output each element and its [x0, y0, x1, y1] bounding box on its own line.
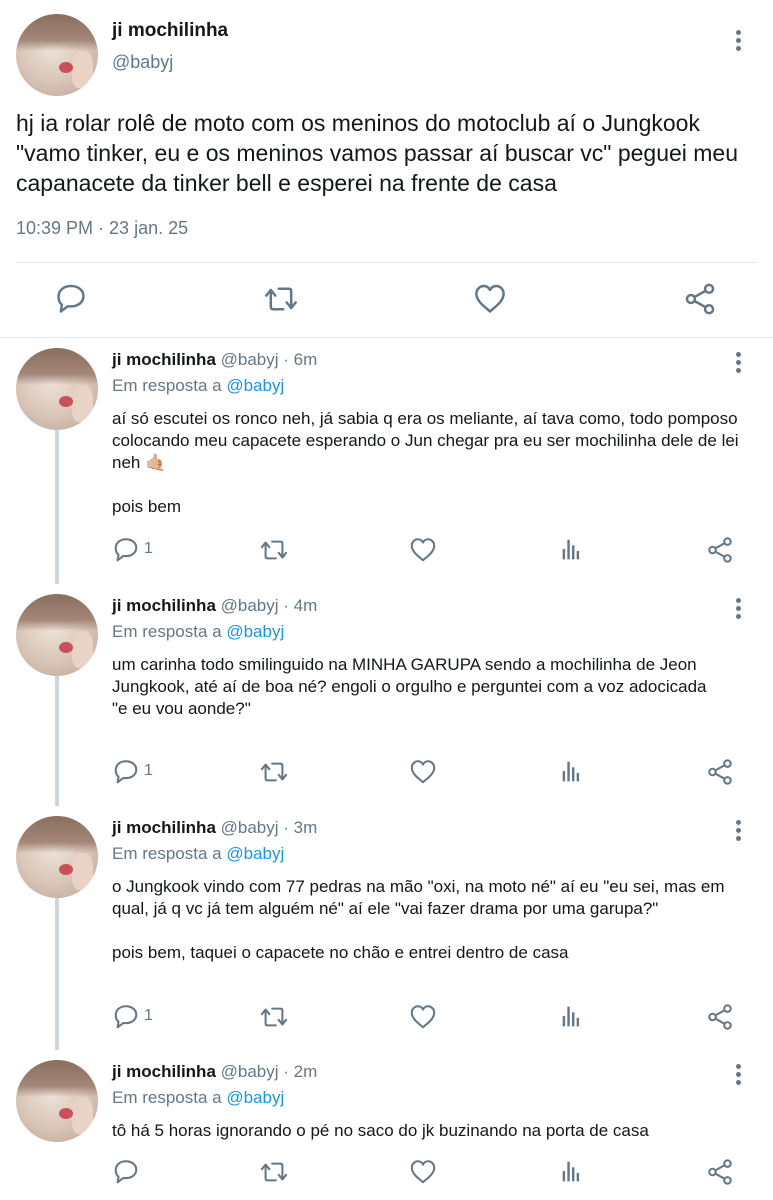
in-reply-to: Em resposta a @babyj: [112, 622, 284, 642]
time-ago[interactable]: · 2m: [283, 1062, 317, 1081]
reply-header: ji mochilinha @babyj · 3m: [112, 818, 317, 838]
more-options-icon[interactable]: [735, 820, 741, 841]
author-handle[interactable]: @babyj: [221, 1062, 279, 1081]
share-icon[interactable]: [706, 1003, 734, 1031]
more-options-icon[interactable]: [735, 30, 741, 51]
in-reply-prefix: Em resposta a: [112, 1088, 222, 1107]
tweet-timestamp[interactable]: 10:39 PM · 23 jan. 25: [16, 218, 188, 239]
reply-text: um carinha todo smilinguido na MINHA GAR…: [112, 655, 707, 718]
reply-text: aí só escutei os ronco neh, já sabia q e…: [112, 409, 739, 516]
heart-icon[interactable]: [409, 1003, 437, 1031]
analytics-icon[interactable]: [558, 758, 586, 786]
more-options-icon[interactable]: [735, 598, 741, 619]
action-bar: 1: [112, 1003, 752, 1033]
action-bar: 1: [112, 758, 752, 788]
more-options-icon[interactable]: [735, 352, 741, 373]
retweet-icon[interactable]: [260, 1003, 288, 1031]
more-options-icon[interactable]: [735, 1064, 741, 1085]
share-icon[interactable]: [706, 1158, 734, 1186]
author-name[interactable]: ji mochilinha: [112, 350, 216, 369]
avatar[interactable]: [16, 816, 98, 898]
retweet-icon[interactable]: [264, 282, 298, 316]
avatar[interactable]: [16, 14, 98, 96]
author-handle[interactable]: @babyj: [221, 350, 279, 369]
share-icon[interactable]: [683, 282, 717, 316]
author-handle[interactable]: @babyj: [221, 818, 279, 837]
author-handle[interactable]: @babyj: [221, 596, 279, 615]
reply-count: 1: [144, 540, 153, 557]
reply-header: ji mochilinha @babyj · 2m: [112, 1062, 317, 1082]
analytics-icon[interactable]: [558, 536, 586, 564]
reply-icon[interactable]: [54, 282, 88, 316]
reply-header: ji mochilinha @babyj · 6m: [112, 350, 317, 370]
reply-icon[interactable]: [112, 1003, 140, 1031]
avatar[interactable]: [16, 348, 98, 430]
author-handle[interactable]: @babyj: [112, 52, 173, 73]
thread-line: [55, 898, 59, 1050]
reply-text: tô há 5 horas ignorando o pé no saco do …: [112, 1121, 649, 1140]
author-name[interactable]: ji mochilinha: [112, 1062, 216, 1081]
in-reply-to: Em resposta a @babyj: [112, 376, 284, 396]
reply-header: ji mochilinha @babyj · 4m: [112, 596, 317, 616]
retweet-icon[interactable]: [260, 758, 288, 786]
heart-icon[interactable]: [473, 282, 507, 316]
in-reply-to: Em resposta a @babyj: [112, 1088, 284, 1108]
thread-line: [55, 676, 59, 806]
time-ago[interactable]: · 3m: [283, 818, 317, 837]
action-bar: [112, 1158, 752, 1188]
retweet-icon[interactable]: [260, 536, 288, 564]
reply-icon[interactable]: [112, 758, 140, 786]
reply-tweet[interactable]: ji mochilinha @babyj · 6m Em resposta a …: [0, 338, 773, 584]
author-name[interactable]: ji mochilinha: [112, 596, 216, 615]
reply-count: 1: [144, 1007, 153, 1024]
reply-count: 1: [144, 762, 153, 779]
in-reply-handle-link[interactable]: @babyj: [226, 622, 284, 641]
author-name[interactable]: ji mochilinha: [112, 818, 216, 837]
analytics-icon[interactable]: [558, 1003, 586, 1031]
in-reply-handle-link[interactable]: @babyj: [226, 844, 284, 863]
reply-tweet[interactable]: ji mochilinha @babyj · 3m Em resposta a …: [0, 806, 773, 1050]
reply-icon[interactable]: [112, 1158, 140, 1186]
in-reply-handle-link[interactable]: @babyj: [226, 1088, 284, 1107]
in-reply-prefix: Em resposta a: [112, 844, 222, 863]
reply-text: o Jungkook vindo com 77 pedras na mão "o…: [112, 877, 725, 962]
in-reply-to: Em resposta a @babyj: [112, 844, 284, 864]
heart-icon[interactable]: [409, 536, 437, 564]
author-name[interactable]: ji mochilinha: [112, 20, 228, 42]
avatar[interactable]: [16, 1060, 98, 1142]
reply-tweet[interactable]: ji mochilinha @babyj · 4m Em resposta a …: [0, 584, 773, 806]
heart-icon[interactable]: [409, 758, 437, 786]
in-reply-handle-link[interactable]: @babyj: [226, 376, 284, 395]
thread-line: [55, 430, 59, 584]
retweet-icon[interactable]: [260, 1158, 288, 1186]
tweet-text: hj ia rolar rolê de moto com os meninos …: [16, 110, 739, 196]
reply-icon[interactable]: [112, 536, 140, 564]
in-reply-prefix: Em resposta a: [112, 376, 222, 395]
share-icon[interactable]: [706, 536, 734, 564]
reply-tweet[interactable]: ji mochilinha @babyj · 2m Em resposta a …: [0, 1050, 773, 1200]
time-ago[interactable]: · 4m: [283, 596, 317, 615]
avatar[interactable]: [16, 594, 98, 676]
in-reply-prefix: Em resposta a: [112, 622, 222, 641]
share-icon[interactable]: [706, 758, 734, 786]
action-bar: 1: [112, 536, 752, 566]
main-tweet: ji mochilinha @babyj hj ia rolar rolê de…: [0, 0, 773, 338]
heart-icon[interactable]: [409, 1158, 437, 1186]
divider: [16, 262, 757, 263]
analytics-icon[interactable]: [558, 1158, 586, 1186]
time-ago[interactable]: · 6m: [283, 350, 317, 369]
